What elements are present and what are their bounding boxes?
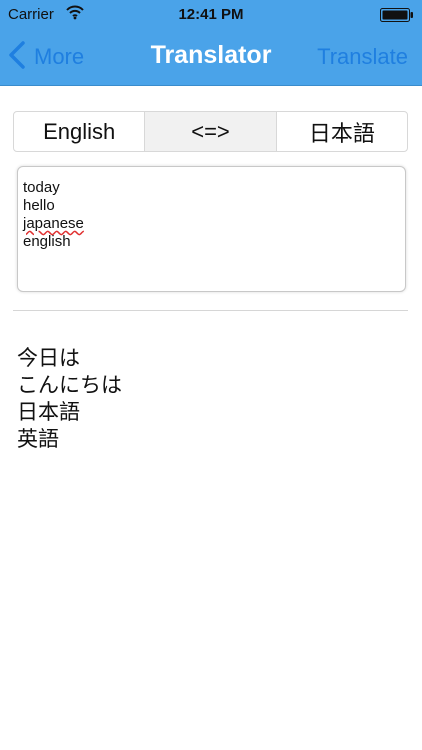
source-text-input[interactable]: today hello japanese english — [17, 166, 406, 292]
input-line-misspelled: japanese — [23, 215, 84, 232]
navigation-bar: More Translator Translate — [0, 30, 422, 86]
input-line: today — [23, 179, 60, 196]
status-time: 12:41 PM — [178, 6, 244, 23]
divider — [13, 310, 408, 311]
status-bar: Carrier 12:41 PM — [0, 0, 422, 30]
translation-output: 今日は こんにちは 日本語 英語 — [17, 345, 407, 453]
segment-swap-languages[interactable]: <=> — [145, 112, 277, 151]
input-line: english — [23, 233, 71, 250]
output-line: 日本語 — [17, 400, 80, 424]
output-line: こんにちは — [17, 373, 122, 397]
output-line: 今日は — [17, 346, 80, 370]
output-line: 英語 — [17, 427, 59, 451]
language-segmented-control: English <=> 日本語 — [13, 111, 408, 152]
input-line: hello — [23, 197, 55, 214]
battery-icon — [380, 8, 414, 22]
segment-source-language[interactable]: English — [14, 112, 146, 151]
translate-button[interactable]: Translate — [317, 44, 408, 70]
segment-target-language[interactable]: 日本語 — [277, 112, 407, 151]
